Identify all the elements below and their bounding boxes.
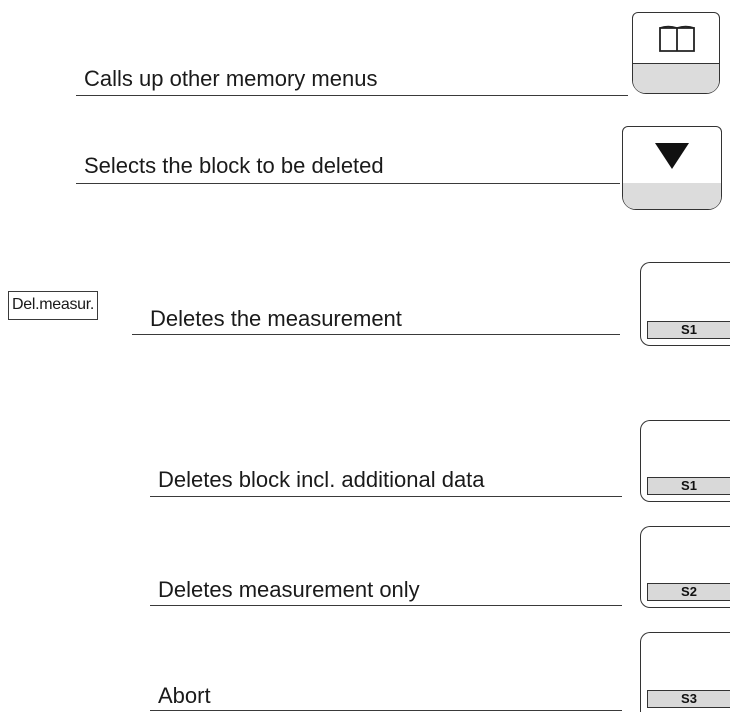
softkey-s1-label: S1: [647, 477, 730, 495]
softkey-s2[interactable]: S2: [640, 526, 730, 608]
row-abort-rule: [150, 710, 622, 711]
row-select-block-rule: [76, 183, 620, 184]
softkey-s1[interactable]: S1: [640, 420, 730, 502]
softkey-s3-label: S3: [647, 690, 730, 708]
softkey-s1-top-label: S1: [647, 321, 730, 339]
softkey-s2-label: S2: [647, 583, 730, 601]
down-triangle-icon: [655, 143, 689, 169]
row-delete-measurement-text: Deletes the measurement: [150, 306, 402, 331]
row-delete-block-rule: [150, 496, 622, 497]
softkey-s1-top[interactable]: S1: [640, 262, 730, 346]
row-delete-measurement-rule: [132, 334, 620, 335]
row-memory-menus-text: Calls up other memory menus: [84, 66, 378, 91]
row-delete-block-text: Deletes block incl. additional data: [158, 467, 485, 492]
row-delete-measurement-only-rule: [150, 605, 622, 606]
row-memory-menus-rule: [76, 95, 628, 96]
row-delete-measurement-only-text: Deletes measurement only: [158, 577, 420, 602]
row-abort-text: Abort: [158, 683, 211, 708]
book-icon: [659, 25, 695, 52]
row-select-block-text: Selects the block to be deleted: [84, 153, 384, 178]
down-key[interactable]: [622, 126, 722, 210]
del-measur-label: Del.measur.: [8, 291, 99, 320]
memory-menu-key[interactable]: [632, 12, 720, 94]
softkey-s3[interactable]: S3: [640, 632, 730, 712]
